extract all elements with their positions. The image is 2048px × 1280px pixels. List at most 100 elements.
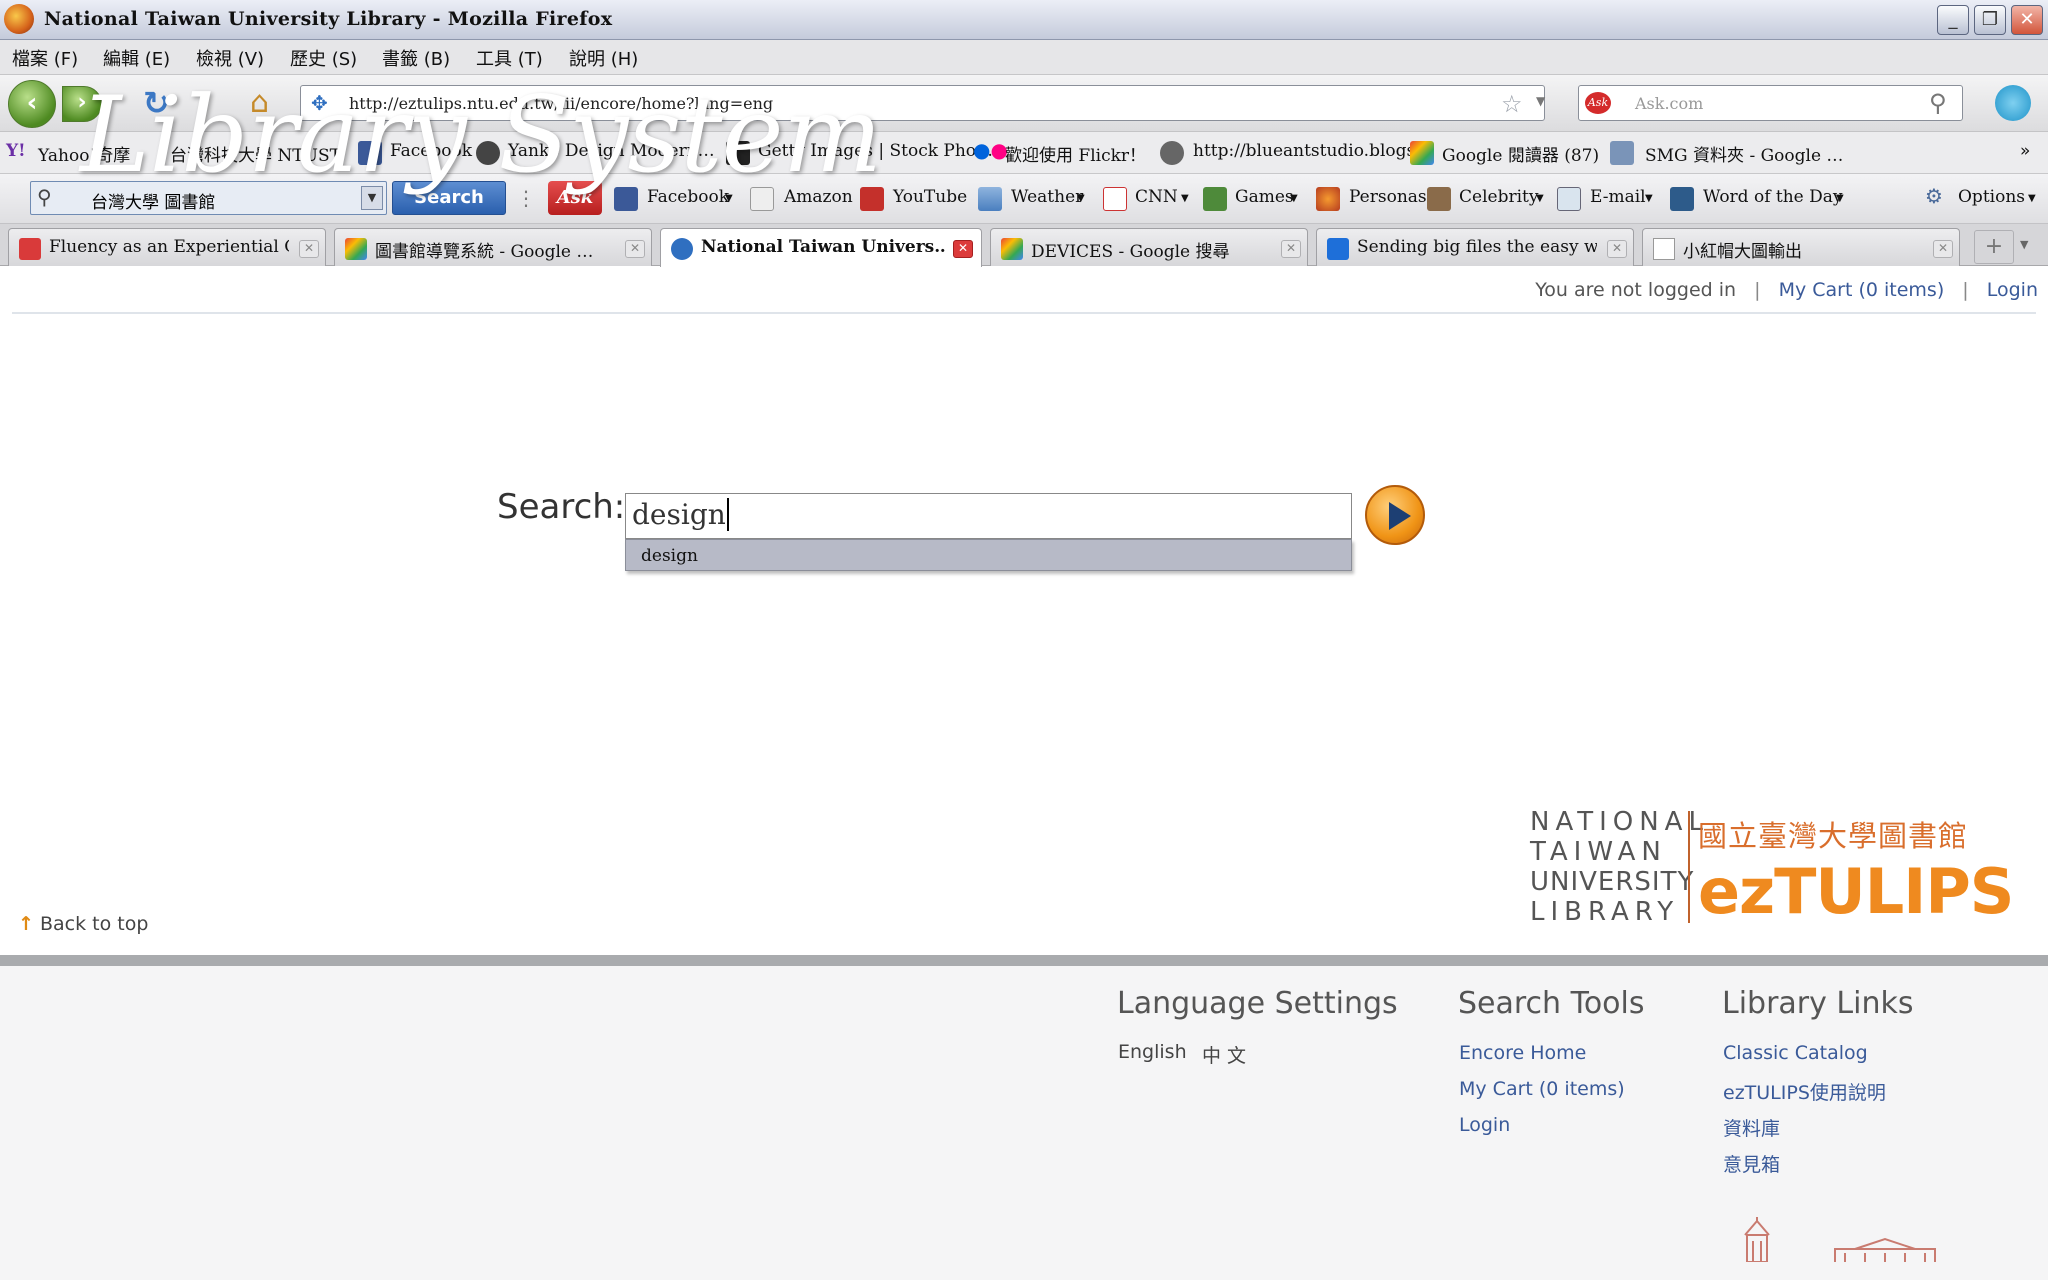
bookmark-star-icon[interactable]: ☆ — [1501, 90, 1523, 118]
toolbar-youtube[interactable]: YouTube — [893, 187, 967, 207]
magnifier-icon[interactable]: ⚲ — [1929, 89, 1947, 117]
text-caret — [726, 498, 729, 531]
chevron-down-icon[interactable]: ▼ — [1645, 193, 1653, 204]
toolbar-word-of-day[interactable]: Word of the Day — [1703, 187, 1843, 207]
language-english[interactable]: English — [1118, 1041, 1187, 1063]
ask-search-placeholder: Ask.com — [1635, 94, 1704, 113]
page-content: You are not logged in | My Cart (0 items… — [0, 267, 2048, 1280]
bookmark-item[interactable]: http://blueantstudio.blogs… — [1193, 141, 1432, 161]
blog-icon — [1160, 141, 1184, 165]
bookmark-item[interactable]: SMG 資料夾 - Google … — [1645, 141, 1843, 166]
google-icon — [345, 238, 367, 260]
minimize-button[interactable]: _ — [1937, 5, 1969, 35]
search-label: Search: — [497, 487, 626, 527]
tab-sending-files[interactable]: Sending big files the easy way… ✕ — [1316, 228, 1634, 266]
url-dropdown-icon[interactable]: ▼ — [1536, 94, 1545, 108]
wetransfer-icon — [1327, 238, 1349, 260]
tab-ntu-library[interactable]: National Taiwan Univers… ✕ — [660, 228, 982, 267]
tab-label: DEVICES - Google 搜尋 — [1031, 242, 1230, 262]
login-link[interactable]: Login — [1987, 279, 2038, 301]
chevron-down-icon[interactable]: ▼ — [1836, 193, 1844, 204]
tab-list-icon[interactable]: ▼ — [2020, 238, 2028, 251]
footer-link-login[interactable]: Login — [1459, 1114, 1510, 1136]
eztulips-logo: NATIONAL TAIWAN UNIVERSITY LIBRARY 國立臺灣大… — [1530, 807, 2014, 937]
search-go-button[interactable] — [1365, 485, 1425, 545]
toolbar-email[interactable]: E-mail — [1590, 187, 1646, 207]
logo-text-line: TAIWAN — [1530, 837, 1667, 867]
footer-link-databases[interactable]: 資料庫 — [1723, 1114, 1780, 1141]
bookmark-item[interactable]: Google 閱讀器 (87) — [1442, 141, 1599, 166]
ask-search-box[interactable]: Ask Ask.com ⚲ — [1578, 85, 1963, 121]
footer-link-feedback[interactable]: 意見箱 — [1723, 1150, 1780, 1177]
menu-history[interactable]: 歷史 (S) — [290, 45, 357, 71]
tab-red-hat[interactable]: 小紅帽大圖輸出 ✕ — [1642, 228, 1960, 266]
footer-link-encore-home[interactable]: Encore Home — [1459, 1042, 1586, 1064]
footer-heading-tools: Search Tools — [1458, 986, 1645, 1021]
weather-icon — [978, 187, 1002, 211]
close-icon[interactable]: ✕ — [1281, 240, 1301, 258]
window-titlebar: National Taiwan University Library - Moz… — [0, 0, 2048, 40]
new-tab-icon[interactable]: + — [1974, 230, 2014, 264]
tab-label: National Taiwan Univers… — [701, 237, 946, 257]
chevron-right-icon[interactable]: » — [2020, 141, 2030, 161]
close-icon[interactable]: ✕ — [299, 240, 319, 258]
user-bar: You are not logged in | My Cart (0 items… — [1535, 279, 2038, 301]
footer-link-eztulips-guide[interactable]: ezTULIPS使用說明 — [1723, 1078, 1886, 1105]
play-arrow-icon — [1389, 502, 1411, 530]
toolbar-options[interactable]: Options — [1958, 187, 2025, 207]
footer-link-classic-catalog[interactable]: Classic Catalog — [1723, 1042, 1868, 1064]
chevron-down-icon[interactable]: ▼ — [1290, 193, 1298, 204]
divider — [12, 312, 2036, 314]
close-icon[interactable]: ✕ — [953, 240, 973, 258]
maximize-button[interactable]: ❐ — [1974, 5, 2006, 35]
ask-logo-icon: Ask — [1585, 92, 1611, 114]
my-cart-link[interactable]: My Cart (0 items) — [1779, 279, 1945, 301]
arrow-up-icon: ↑ — [18, 913, 34, 935]
skype-icon[interactable] — [1995, 85, 2031, 121]
footer-link-my-cart[interactable]: My Cart (0 items) — [1459, 1078, 1625, 1100]
tab-google-library[interactable]: 圖書館導覽系統 - Google … ✕ — [334, 228, 652, 266]
menu-tools[interactable]: 工具 (T) — [476, 45, 543, 71]
chevron-down-icon[interactable]: ▼ — [2028, 193, 2036, 204]
back-icon[interactable]: ‹ — [8, 80, 56, 128]
close-window-button[interactable]: ✕ — [2011, 5, 2043, 35]
back-to-top-label: Back to top — [39, 913, 149, 935]
menu-file[interactable]: 檔案 (F) — [12, 45, 78, 71]
overlay-title: Library System — [80, 74, 882, 196]
tab-label: Sending big files the easy way… — [1357, 237, 1597, 257]
close-icon[interactable]: ✕ — [1607, 240, 1627, 258]
menu-view[interactable]: 檢視 (V) — [196, 45, 264, 71]
tab-devices[interactable]: DEVICES - Google 搜尋 ✕ — [990, 228, 1308, 266]
toolbar-cnn[interactable]: CNN — [1135, 187, 1178, 207]
pdf-icon — [19, 238, 41, 260]
toolbar-celebrity[interactable]: Celebrity — [1459, 187, 1538, 207]
personas-icon — [1316, 187, 1340, 211]
celebrity-icon — [1427, 187, 1451, 211]
toolbar-games[interactable]: Games — [1235, 187, 1294, 207]
login-status: You are not logged in — [1535, 279, 1737, 301]
bookmark-item[interactable]: 歡迎使用 Flickr！ — [1005, 141, 1146, 166]
menu-edit[interactable]: 編輯 (E) — [103, 45, 170, 71]
toolbar-weather[interactable]: Weather — [1011, 187, 1083, 207]
toolbar-personas[interactable]: Personas — [1349, 187, 1427, 207]
close-icon[interactable]: ✕ — [1933, 240, 1953, 258]
logo-text-line: NATIONAL — [1530, 807, 1709, 837]
search-input[interactable]: design — [625, 493, 1352, 539]
firefox-icon — [4, 4, 34, 34]
autocomplete-suggestion[interactable]: design — [625, 539, 1352, 571]
chevron-down-icon[interactable]: ▼ — [1077, 193, 1085, 204]
email-icon — [1557, 187, 1581, 211]
chevron-down-icon[interactable]: ▼ — [1181, 193, 1189, 204]
menu-bookmarks[interactable]: 書籤 (B) — [382, 45, 450, 71]
back-to-top-link[interactable]: ↑ Back to top — [18, 913, 148, 935]
language-chinese[interactable]: 中 文 — [1202, 1041, 1246, 1068]
cnn-icon — [1103, 187, 1127, 211]
menu-help[interactable]: 說明 (H) — [569, 45, 638, 71]
logo-chinese-name: 國立臺灣大學圖書館 — [1698, 819, 1969, 853]
chevron-down-icon[interactable]: ▼ — [1536, 193, 1544, 204]
logo-text-line: LIBRARY — [1530, 897, 1680, 927]
google-icon — [1001, 238, 1023, 260]
library-building-illustration — [1744, 1217, 1936, 1262]
close-icon[interactable]: ✕ — [625, 240, 645, 258]
tab-fluency[interactable]: Fluency as an Experiential Qu… ✕ — [8, 228, 326, 266]
